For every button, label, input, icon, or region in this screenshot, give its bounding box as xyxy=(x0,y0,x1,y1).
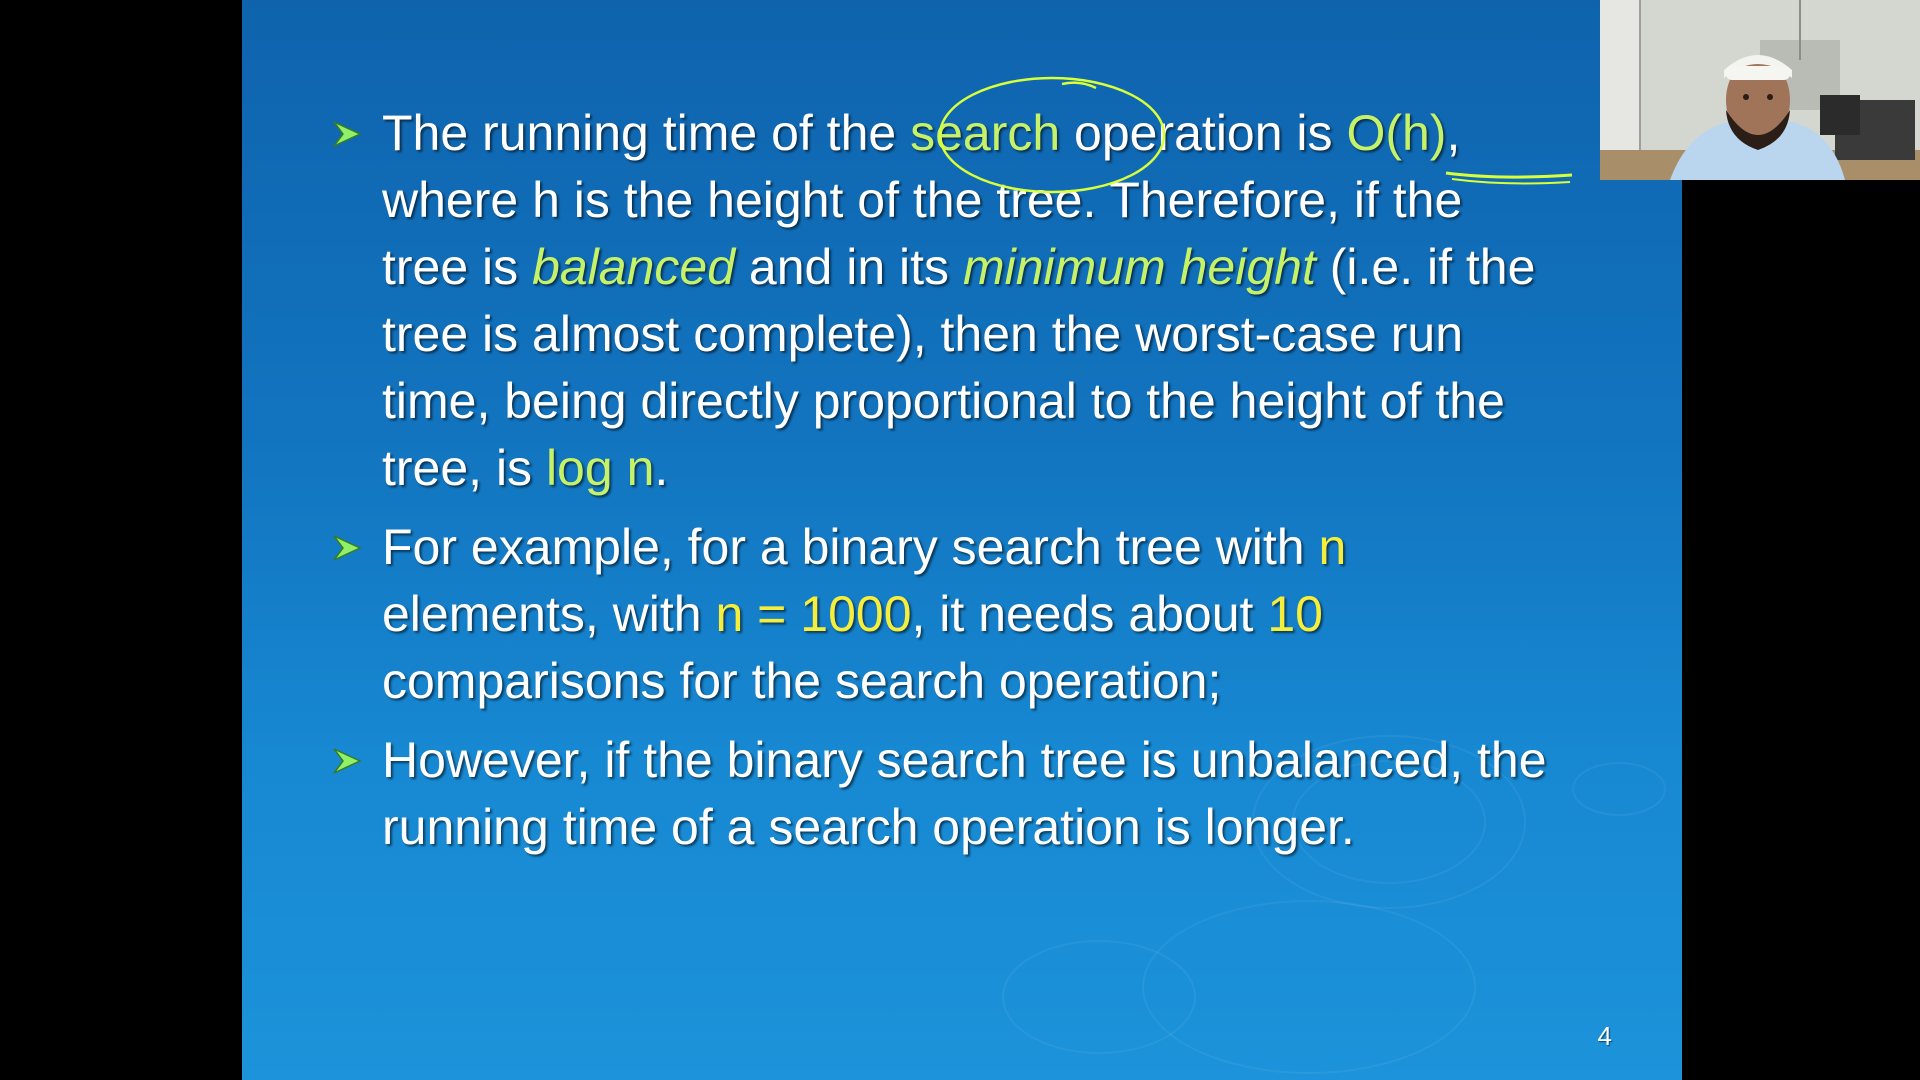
presenter-video-frame xyxy=(1600,0,1920,180)
bullet-item: The running time of the search operation… xyxy=(333,100,1547,502)
presenter-webcam xyxy=(1600,0,1920,180)
arrow-right-icon xyxy=(327,727,367,794)
text-segment: . xyxy=(654,440,669,496)
bullet-item: For example, for a binary search tree wi… xyxy=(333,514,1547,715)
text-segment: comparisons for the search operation; xyxy=(382,653,1222,709)
ripple-decoration xyxy=(1142,900,1476,1074)
bullet-text: For example, for a binary search tree wi… xyxy=(382,519,1346,709)
highlighted-value: n xyxy=(1318,519,1347,575)
text-segment: operation is xyxy=(1060,105,1347,161)
ripple-decoration xyxy=(1572,762,1666,816)
text-segment: , it needs about xyxy=(911,586,1268,642)
highlighted-term: O(h) xyxy=(1346,105,1447,161)
emphasized-term: balanced xyxy=(532,239,736,295)
text-segment: However, if the binary search tree is un… xyxy=(382,732,1547,855)
bullet-item: However, if the binary search tree is un… xyxy=(333,727,1547,861)
text-segment: For example, for a binary search tree wi… xyxy=(382,519,1319,575)
emphasized-term: minimum height xyxy=(962,239,1316,295)
arrow-right-icon xyxy=(327,514,367,581)
highlighted-value: n = 1000 xyxy=(715,586,912,642)
text-segment: elements, with xyxy=(382,586,716,642)
presentation-slide: The running time of the search operation… xyxy=(242,0,1682,1080)
bullet-text: The running time of the search operation… xyxy=(382,105,1535,496)
bullet-text: However, if the binary search tree is un… xyxy=(382,732,1547,855)
bullet-list: The running time of the search operation… xyxy=(333,100,1547,873)
highlighted-term: search xyxy=(910,105,1061,161)
highlighted-term: log n xyxy=(545,440,655,496)
text-segment: The running time of the xyxy=(382,105,911,161)
arrow-right-icon xyxy=(327,100,367,167)
highlighted-value: 10 xyxy=(1267,586,1323,642)
text-segment: and in its xyxy=(735,239,963,295)
slide-number: 4 xyxy=(1597,1021,1612,1051)
